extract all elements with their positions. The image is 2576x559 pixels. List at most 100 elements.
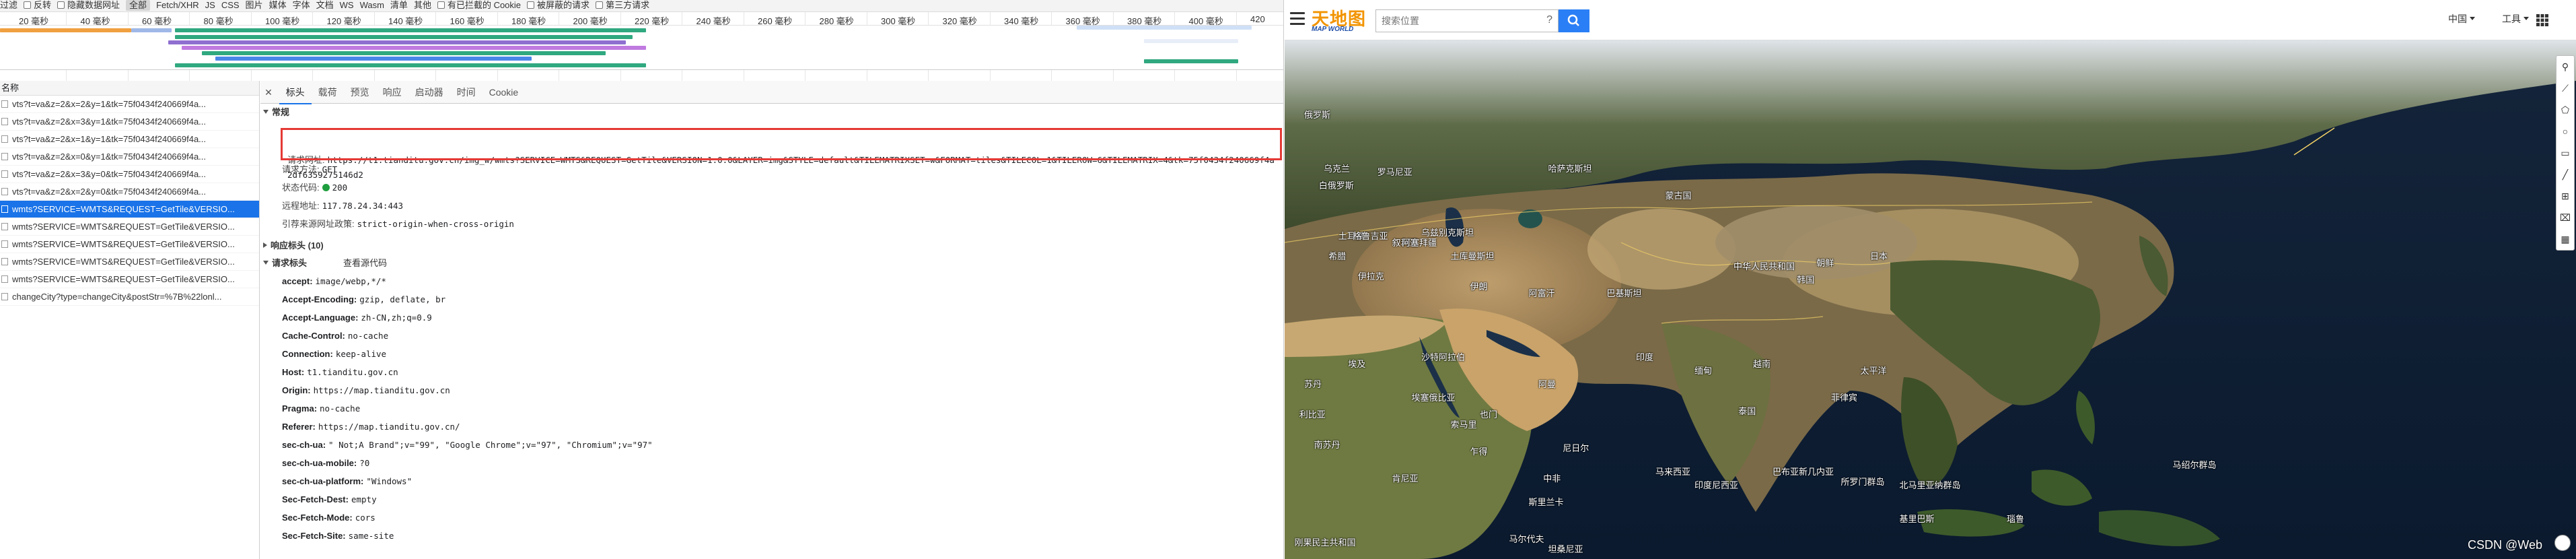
checkbox-icon[interactable]: [527, 1, 535, 9]
map-place-label[interactable]: 白俄罗斯: [1319, 178, 1354, 191]
satellite-map-view[interactable]: 俄罗斯 乌克兰 白俄罗斯 罗马尼亚 土耳其 哈萨克斯坦 蒙古国 中华人民共和国 朝鲜 日本 韩国 乌兹…: [1285, 40, 2576, 559]
map-place-label[interactable]: 阿富汗: [1529, 286, 1555, 299]
map-place-label[interactable]: 所罗门群岛: [1841, 475, 1885, 488]
close-details-icon[interactable]: ✕: [260, 81, 277, 104]
checkbox-icon[interactable]: [24, 1, 32, 9]
request-row[interactable]: vts?t=va&z=2&x=0&y=1&tk=75f0434f240669f4…: [0, 148, 259, 166]
filter-item[interactable]: JS: [205, 0, 215, 11]
compass-icon[interactable]: [2554, 535, 2571, 551]
map-place-label[interactable]: 埃及: [1348, 357, 1365, 370]
request-row[interactable]: vts?t=va&z=2&x=2&y=1&tk=75f0434f240669f4…: [0, 96, 259, 113]
filter-item[interactable]: 清单: [390, 0, 408, 11]
map-place-label[interactable]: 太平洋: [1861, 364, 1887, 376]
request-row[interactable]: wmts?SERVICE=WMTS&REQUEST=GetTile&VERSIO…: [0, 201, 259, 218]
map-place-label[interactable]: 巴布亚新几内亚: [1773, 465, 1834, 478]
map-place-label[interactable]: 基里巴斯: [1900, 512, 1935, 525]
filter-item[interactable]: 隐藏数据网址: [57, 0, 120, 11]
region-dropdown[interactable]: 中国: [2448, 12, 2475, 26]
map-place-label[interactable]: 印度: [1636, 350, 1653, 363]
filter-item[interactable]: 第三方请求: [596, 0, 649, 11]
filter-item[interactable]: 过滤: [0, 0, 17, 11]
details-tab[interactable]: 标头: [279, 81, 312, 104]
checkbox-icon[interactable]: [57, 1, 65, 9]
search-input[interactable]: [1376, 10, 1538, 32]
tools-dropdown[interactable]: 工具: [2502, 12, 2529, 26]
details-tab[interactable]: Cookie: [482, 81, 526, 103]
map-place-label[interactable]: 韩国: [1797, 273, 1814, 286]
map-place-label[interactable]: 索马里: [1451, 418, 1477, 430]
request-row[interactable]: wmts?SERVICE=WMTS&REQUEST=GetTile&VERSIO…: [0, 253, 259, 271]
map-place-label[interactable]: 苏丹: [1304, 377, 1322, 390]
search-button[interactable]: [1559, 9, 1589, 32]
map-place-label[interactable]: 俄罗斯: [1304, 108, 1330, 121]
map-place-label[interactable]: 日本: [1870, 249, 1888, 262]
ruler-icon[interactable]: ⊞: [2556, 185, 2574, 207]
filter-item[interactable]: 媒体: [269, 0, 287, 11]
map-place-label[interactable]: 也门: [1480, 407, 1497, 420]
filter-item[interactable]: Fetch/XHR: [156, 0, 199, 11]
filter-item[interactable]: Wasm: [360, 0, 384, 11]
request-row[interactable]: vts?t=va&z=2&x=2&y=0&tk=75f0434f240669f4…: [0, 183, 259, 201]
general-section-header[interactable]: 常规: [260, 104, 1283, 121]
details-tab[interactable]: 响应: [376, 81, 408, 103]
details-tab[interactable]: 时间: [450, 81, 482, 103]
map-place-label[interactable]: 哈萨克斯坦: [1548, 162, 1592, 174]
location-pin-icon[interactable]: ⚲: [2556, 56, 2574, 77]
apps-grid-icon[interactable]: [2536, 13, 2549, 27]
map-place-label[interactable]: 乌克兰: [1324, 162, 1350, 174]
map-place-label[interactable]: 越南: [1753, 357, 1770, 370]
filter-item[interactable]: WS: [340, 0, 354, 11]
timeline-overview[interactable]: [0, 26, 1283, 70]
request-row[interactable]: wmts?SERVICE=WMTS&REQUEST=GetTile&VERSIO…: [0, 271, 259, 288]
map-place-label[interactable]: 缅甸: [1694, 364, 1712, 376]
view-source-link[interactable]: 查看源代码: [343, 258, 387, 268]
map-place-label[interactable]: 埃塞俄比亚: [1412, 391, 1456, 403]
map-place-label[interactable]: 斯里兰卡: [1529, 495, 1564, 508]
circle-icon[interactable]: ○: [2556, 121, 2574, 142]
filter-item[interactable]: 图片: [246, 0, 263, 11]
map-place-label[interactable]: 马来西亚: [1655, 465, 1690, 478]
response-headers-section-header[interactable]: 响应标头 (10): [260, 237, 1283, 255]
map-place-label[interactable]: 蒙古国: [1666, 189, 1692, 201]
measure-distance-icon[interactable]: ⟋: [2556, 77, 2574, 99]
filter-item[interactable]: 有已拦截的 Cookie: [437, 0, 521, 11]
details-tab[interactable]: 启动器: [408, 81, 450, 103]
map-place-label[interactable]: 朝鲜: [1816, 256, 1834, 269]
filter-item[interactable]: 被屏蔽的请求: [527, 0, 589, 11]
layers-icon[interactable]: ▦: [2556, 228, 2574, 250]
map-place-label[interactable]: 伊朗: [1470, 280, 1488, 292]
map-place-label[interactable]: 阿曼: [1538, 377, 1556, 390]
map-place-label[interactable]: 坦桑尼亚: [1548, 542, 1583, 555]
request-headers-section-header[interactable]: 请求标头 查看源代码: [260, 255, 1283, 272]
map-place-label[interactable]: 希腊: [1328, 249, 1346, 262]
rectangle-icon[interactable]: ▭: [2556, 142, 2574, 164]
request-row[interactable]: wmts?SERVICE=WMTS&REQUEST=GetTile&VERSIO…: [0, 236, 259, 253]
map-place-label[interactable]: 乍得: [1470, 445, 1488, 457]
help-icon[interactable]: ?: [1546, 14, 1552, 26]
polygon-icon[interactable]: ⬠: [2556, 99, 2574, 121]
map-place-label[interactable]: 泰国: [1738, 404, 1756, 417]
map-place-label[interactable]: 伊拉克: [1358, 269, 1384, 282]
request-row[interactable]: vts?t=va&z=2&x=1&y=1&tk=75f0434f240669f4…: [0, 131, 259, 148]
map-place-label[interactable]: 马尔代夫: [1509, 532, 1544, 545]
map-place-label[interactable]: 北马里亚纳群岛: [1900, 478, 1961, 491]
map-place-label[interactable]: 马绍尔群岛: [2173, 458, 2217, 471]
request-row[interactable]: vts?t=va&z=2&x=3&y=0&tk=75f0434f240669f4…: [0, 166, 259, 183]
details-tab[interactable]: 预览: [344, 81, 376, 103]
map-place-label[interactable]: 阿塞拜疆: [1402, 236, 1437, 249]
filter-item[interactable]: 字体: [293, 0, 310, 11]
details-tab[interactable]: 载荷: [312, 81, 344, 103]
map-place-label[interactable]: 瑙鲁: [2007, 512, 2024, 525]
request-row[interactable]: changeCity?type=changeCity&postStr=%7B%2…: [0, 288, 259, 306]
trash-icon[interactable]: ⌧: [2556, 207, 2574, 228]
checkbox-icon[interactable]: [437, 1, 445, 9]
name-column-header[interactable]: 名称: [0, 81, 259, 96]
map-place-label[interactable]: 菲律宾: [1831, 391, 1857, 403]
map-place-label[interactable]: 格鲁吉亚: [1353, 229, 1388, 242]
request-row[interactable]: wmts?SERVICE=WMTS&REQUEST=GetTile&VERSIO…: [0, 218, 259, 236]
map-place-label[interactable]: 土库曼斯坦: [1451, 249, 1495, 262]
checkbox-icon[interactable]: [596, 1, 604, 9]
filter-item[interactable]: 文档: [316, 0, 334, 11]
map-place-label[interactable]: 尼日尔: [1563, 441, 1589, 454]
filter-item[interactable]: CSS: [221, 0, 240, 11]
